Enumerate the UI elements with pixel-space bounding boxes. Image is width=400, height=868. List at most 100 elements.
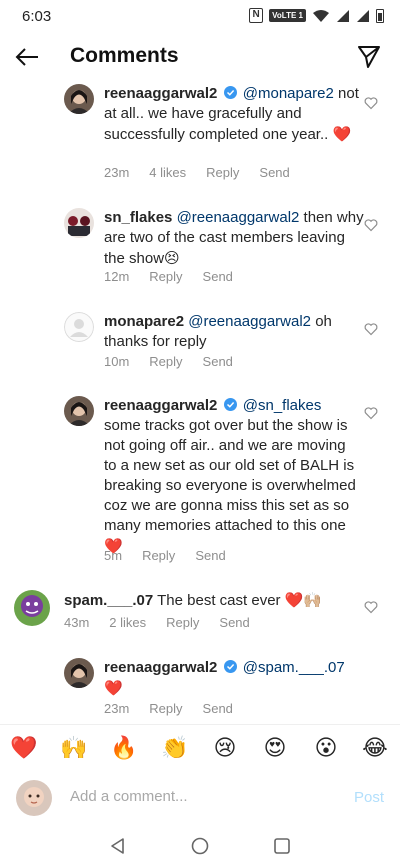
comment-meta: 43m 2 likes Reply Send (64, 615, 250, 630)
comment-input[interactable] (70, 788, 330, 805)
reply-button[interactable]: Reply (206, 165, 239, 180)
reaction-heart-eyes[interactable]: 😍 (261, 735, 289, 763)
battery-icon (376, 8, 384, 23)
comment-meta: 12m Reply Send (104, 269, 233, 284)
comment-emoji: ❤️ (332, 125, 352, 143)
page-title: Comments (70, 44, 179, 67)
comment-emoji: ❤️🙌🏼 (284, 591, 323, 609)
send-button[interactable]: Send (195, 548, 225, 563)
comment-emoji: 😣 (164, 249, 180, 267)
comment-composer: Post (0, 772, 400, 824)
comment-text: monapare2 @reenaaggarwal2 oh thanks for … (104, 312, 364, 352)
heart-icon[interactable] (364, 218, 378, 232)
comment-username[interactable]: spam.___.07 (64, 592, 153, 609)
comment-meta: 10m Reply Send (104, 354, 233, 369)
comment-content: The best cast ever (157, 592, 281, 609)
status-bar: 6:03 N VoLTE 1 (0, 0, 400, 34)
comment-meta: 5m Reply Send (104, 548, 226, 563)
comment-username[interactable]: reenaaggarwal2 (104, 397, 217, 414)
comment-item: reenaaggarwal2 @monapare2 not at all.. w… (0, 84, 400, 188)
reply-button[interactable]: Reply (149, 701, 182, 716)
verified-badge-icon (223, 86, 237, 99)
comment-time: 43m (64, 615, 90, 630)
direct-message-icon[interactable] (356, 44, 382, 70)
comment-text: reenaaggarwal2 @sn_flakes some tracks go… (104, 396, 356, 557)
comment-time: 10m (104, 354, 130, 369)
comment-mention[interactable]: @reenaaggarwal2 (177, 209, 300, 226)
comment-text: spam.___.07 The best cast ever ❤️🙌🏼 (64, 590, 354, 611)
comment-meta: 23m Reply Send (104, 701, 233, 716)
comment-likes[interactable]: 2 likes (109, 615, 146, 630)
send-button[interactable]: Send (259, 165, 289, 180)
send-button[interactable]: Send (203, 269, 233, 284)
signal-icon-2 (357, 9, 369, 22)
comment-item: spam.___.07 The best cast ever ❤️🙌🏼 43m … (0, 588, 400, 638)
comment-time: 5m (104, 548, 123, 563)
comment-time: 12m (104, 269, 130, 284)
heart-icon[interactable] (364, 600, 378, 614)
send-button[interactable]: Send (203, 701, 233, 716)
reaction-raising-hands[interactable]: 🙌 (60, 735, 88, 763)
comment-item: reenaaggarwal2 @spam.___.07 ❤️ 23m Reply… (0, 656, 400, 720)
comment-time: 23m (104, 165, 130, 180)
back-arrow-icon (15, 48, 38, 66)
status-icons: N VoLTE 1 (249, 8, 384, 23)
system-nav-bar (0, 824, 400, 868)
nav-back-icon[interactable] (108, 836, 128, 856)
user-avatar (16, 780, 52, 816)
reaction-fire[interactable]: 🔥 (110, 735, 138, 763)
reaction-clapping[interactable]: 👏 (161, 735, 189, 763)
back-button[interactable] (10, 42, 44, 72)
comment-item: reenaaggarwal2 @sn_flakes some tracks go… (0, 394, 400, 566)
avatar[interactable] (64, 208, 94, 238)
reply-button[interactable]: Reply (149, 354, 182, 369)
comment-text: reenaaggarwal2 @spam.___.07 ❤️ (104, 658, 364, 699)
signal-icon (337, 9, 349, 22)
reply-button[interactable]: Reply (166, 615, 199, 630)
verified-badge-icon (223, 660, 237, 673)
comment-mention[interactable]: @monapare2 (243, 85, 334, 102)
reply-button[interactable]: Reply (142, 548, 175, 563)
heart-icon[interactable] (364, 406, 378, 420)
heart-icon[interactable] (364, 322, 378, 336)
reaction-laughing[interactable]: 😂 (361, 735, 389, 763)
comment-mention[interactable]: @spam.___.07 (243, 659, 345, 676)
heart-icon[interactable] (364, 96, 378, 110)
emoji-reaction-bar: ❤️ 🙌 🔥 👏 😢 😍 😮 😂 (0, 724, 400, 772)
avatar[interactable] (14, 590, 50, 626)
comment-meta: 23m 4 likes Reply Send (104, 165, 290, 180)
verified-badge-icon (223, 398, 237, 411)
comment-time: 23m (104, 701, 130, 716)
comment-likes[interactable]: 4 likes (149, 165, 186, 180)
avatar[interactable] (64, 312, 94, 342)
comment-item: monapare2 @reenaaggarwal2 oh thanks for … (0, 310, 400, 374)
wifi-icon (313, 9, 329, 22)
comment-username[interactable]: reenaaggarwal2 (104, 659, 217, 676)
reaction-surprised[interactable]: 😮 (312, 735, 340, 763)
comment-text: sn_flakes @reenaaggarwal2 then why are t… (104, 208, 364, 269)
comment-username[interactable]: reenaaggarwal2 (104, 85, 217, 102)
avatar[interactable] (64, 396, 94, 426)
nav-recents-icon[interactable] (272, 836, 292, 856)
avatar[interactable] (64, 658, 94, 688)
header: Comments (0, 34, 400, 80)
comment-username[interactable]: monapare2 (104, 313, 184, 330)
reaction-heart[interactable]: ❤️ (10, 735, 38, 763)
nfc-icon: N (249, 8, 264, 23)
avatar[interactable] (64, 84, 94, 114)
comment-username[interactable]: sn_flakes (104, 209, 172, 226)
comment-item: sn_flakes @reenaaggarwal2 then why are t… (0, 206, 400, 290)
volte-badge: VoLTE 1 (269, 9, 306, 22)
comment-mention[interactable]: @reenaaggarwal2 (188, 313, 311, 330)
reaction-crying[interactable]: 😢 (211, 735, 239, 763)
comment-mention[interactable]: @sn_flakes (243, 397, 322, 414)
status-time: 6:03 (22, 8, 52, 25)
post-button[interactable]: Post (354, 789, 384, 806)
comment-text: reenaaggarwal2 @monapare2 not at all.. w… (104, 84, 364, 145)
send-button[interactable]: Send (203, 354, 233, 369)
comment-content: some tracks got over but the show is not… (104, 417, 356, 534)
comment-emoji: ❤️ (104, 679, 123, 697)
reply-button[interactable]: Reply (149, 269, 182, 284)
nav-home-icon[interactable] (190, 836, 210, 856)
send-button[interactable]: Send (219, 615, 249, 630)
